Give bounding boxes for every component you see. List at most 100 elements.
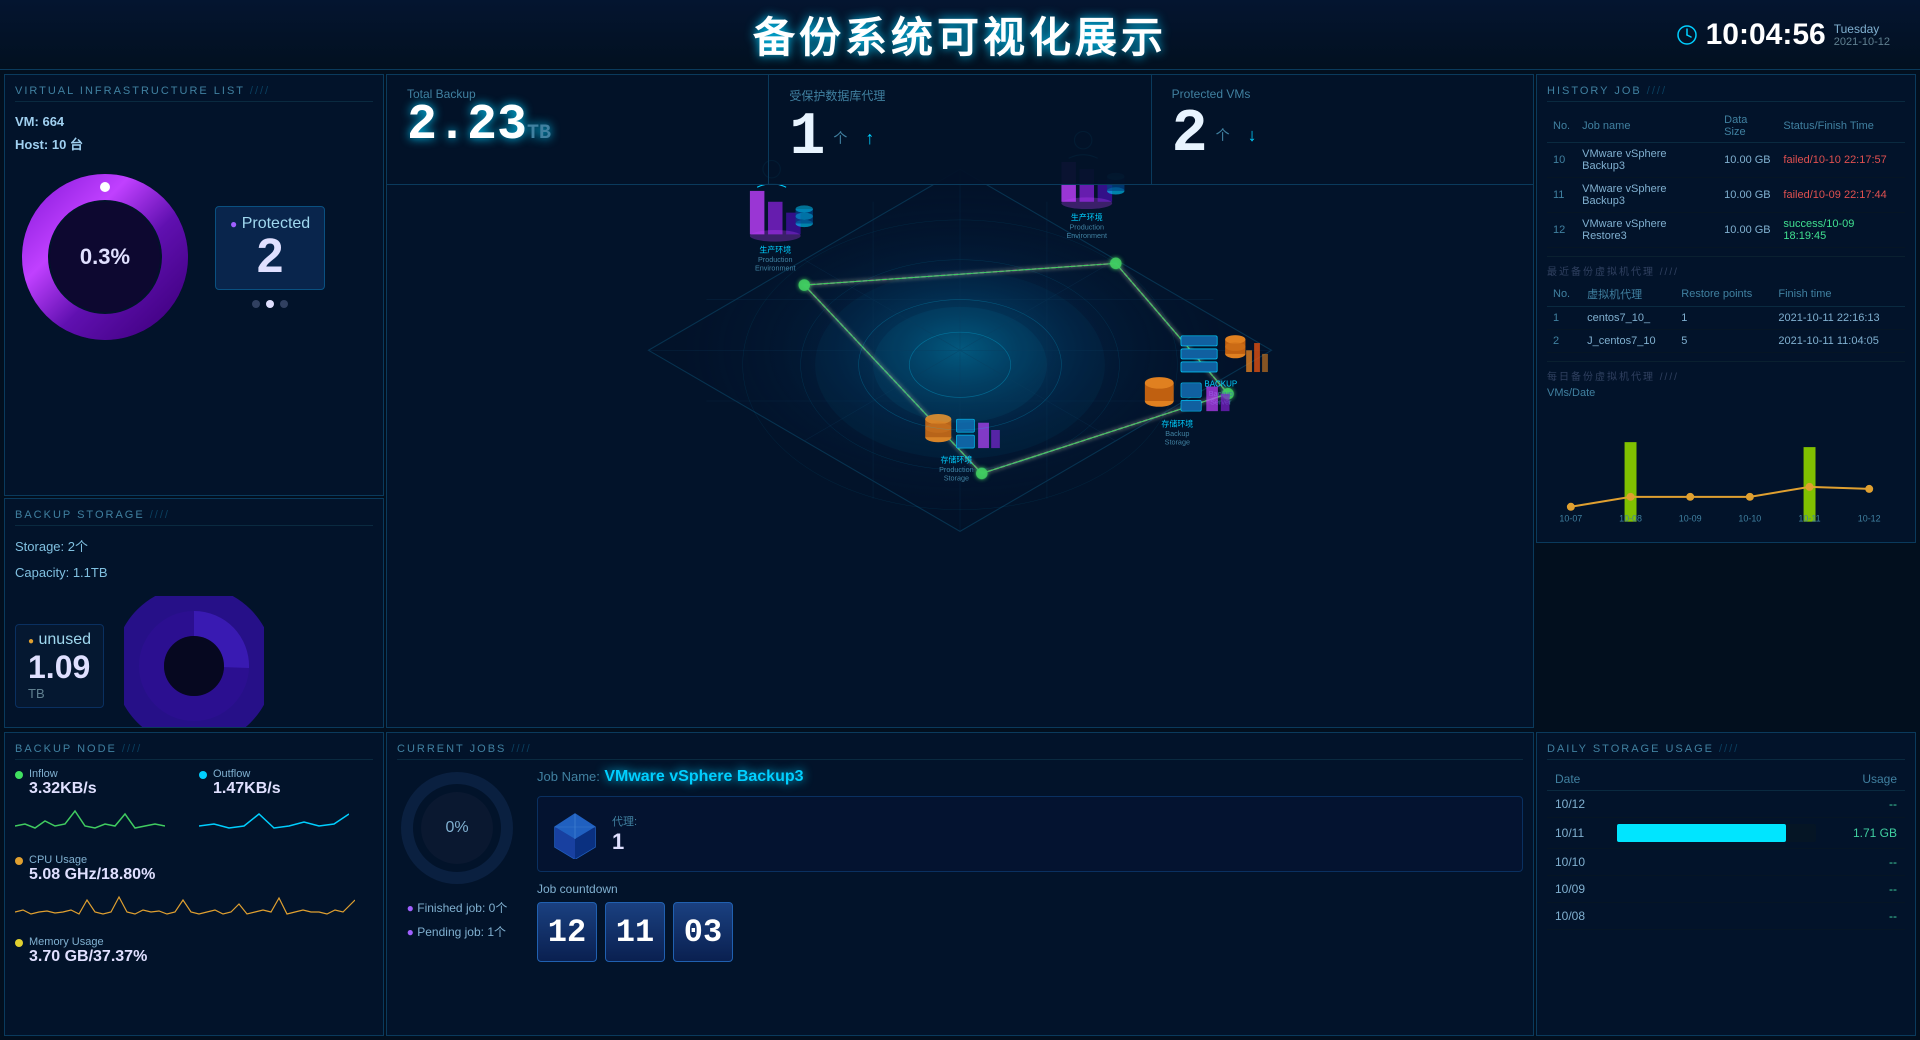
inflow-dot [15,771,23,779]
cell-usage: 1.71 GB [1824,818,1905,849]
cell-time: 2021-10-11 11:04:05 [1772,330,1905,353]
unused-dot: ● [28,636,34,647]
cell-no: 11 [1547,178,1576,213]
proxy-col-points: Restore points [1675,282,1772,307]
list-item: 10/11 1.71 GB [1547,818,1905,849]
storage-chart-area: ● unused 1.09 TB [15,596,373,728]
history-job-table: No. Job name Data Size Status/Finish Tim… [1547,110,1905,248]
outflow-row: Outflow 1.47KB/s [199,768,373,798]
cell-usage: -- [1824,791,1905,818]
cpu-row: CPU Usage 5.08 GHz/18.80% [15,854,373,884]
cell-usage: -- [1824,849,1905,876]
table-row: 12 VMware vSphere Restore3 10.00 GB succ… [1547,213,1905,248]
countdown-minutes: 11 [605,902,665,962]
backup-node-title: BACKUP NODE [15,743,373,760]
job-stats: ● Finished job: 0个 ● Pending job: 1个 [407,896,508,944]
cell-points: 5 [1675,330,1772,353]
dot-indicators [215,300,325,308]
day-display: Tuesday [1834,22,1890,36]
storage-col-usage: Usage [1824,768,1905,791]
finished-value: 0个 [489,901,508,915]
unused-unit: TB [28,686,91,701]
finished-dot: ● [407,901,414,915]
clock-icon [1676,24,1698,46]
cell-bar [1609,876,1824,903]
cell-bar [1609,791,1824,818]
table-row: 10 VMware vSphere Backup3 10.00 GB faile… [1547,143,1905,178]
outflow-value: 1.47KB/s [213,780,281,798]
svg-text:Production: Production [1069,222,1104,231]
recent-vm-proxy-table: No. 虚拟机代理 Restore points Finish time 1 c… [1547,282,1905,353]
right-column: HISTORY JOB No. Job name Data Size Statu… [1536,74,1916,728]
db-proxy-label: 受保护数据库代理 [789,87,1130,104]
top-row: VIRTUAL INFRASTRUCTURE LIST VM: 664 Host… [0,70,1920,730]
date-display: 2021-10-12 [1834,36,1890,48]
pending-label: Pending job: [417,925,484,939]
list-item: 10/09 -- [1547,876,1905,903]
unused-label: unused [39,631,92,648]
capacity-label: Capacity: [15,565,69,580]
cell-size: 10.00 GB [1718,213,1777,248]
cell-date: 10/10 [1547,849,1609,876]
cell-usage: -- [1824,903,1905,930]
job-info: Job Name: VMware vSphere Backup3 [537,768,1523,962]
donut-chart: 0.3% [15,167,195,347]
svg-text:Environment: Environment [755,264,796,273]
unused-value: 1.09 [28,649,91,686]
daily-vm-ylabel: VMs/Date [1547,387,1905,399]
storage-unused-badge: ● unused 1.09 TB [15,624,104,708]
total-backup-value: 2.23TB [407,101,551,151]
history-job-panel: HISTORY JOB No. Job name Data Size Statu… [1536,74,1916,543]
svg-text:10-10: 10-10 [1738,514,1761,524]
col-no: No. [1547,110,1576,143]
cell-status: failed/10-09 22:17:44 [1777,178,1905,213]
outflow-label: Outflow [213,768,281,780]
countdown-area: Job countdown 12 11 03 [537,882,1523,962]
inflow-outflow-pair: Inflow 3.32KB/s Outflow 1.47KB/s [15,768,373,846]
header: 备份系统可视化展示 10:04:56 Tuesday 2021-10-12 [0,0,1920,70]
memory-label: Memory Usage [29,936,147,948]
cell-points: 1 [1675,307,1772,330]
cell-status: success/10-09 18:19:45 [1777,213,1905,248]
total-backup-stat: Total Backup 2.23TB [387,75,769,185]
cell-date: 10/08 [1547,903,1609,930]
svg-text:10-09: 10-09 [1679,514,1702,524]
cell-date: 10/09 [1547,876,1609,903]
host-count: 10 [52,137,66,152]
main-layout: VIRTUAL INFRASTRUCTURE LIST VM: 664 Host… [0,70,1920,1040]
job-name-display: Job Name: VMware vSphere Backup3 [537,768,1523,786]
vm-count: 664 [42,114,64,129]
backup-storage-panel: BACKUP STORAGE Storage: 2个 Capacity: 1.1… [4,498,384,728]
svg-text:Environment: Environment [1066,231,1107,240]
memory-value: 3.70 GB/37.37% [29,948,147,966]
col-status: Status/Finish Time [1777,110,1905,143]
finished-job: ● Finished job: 0个 [407,896,508,920]
pending-job: ● Pending job: 1个 [407,920,508,944]
dot-3 [280,300,288,308]
outflow-dot [199,771,207,779]
cpu-value: 5.08 GHz/18.80% [29,866,373,884]
svg-text:10-12: 10-12 [1858,514,1881,524]
svg-text:10-11: 10-11 [1798,514,1820,524]
cell-bar [1609,903,1824,930]
job-ring: 0% [397,768,517,888]
memory-dot [15,939,23,947]
time-display: 10:04:56 [1706,18,1826,52]
virt-chart-area: 0.3% ● Protected 2 [15,167,373,347]
storage-bar [1617,824,1786,842]
vm-info: VM: 664 Host: 10 台 [15,110,373,157]
cell-jobname: VMware vSphere Restore3 [1576,213,1718,248]
protected-badge: ● Protected 2 [215,206,325,290]
host-unit: 台 [70,137,83,152]
job-ring-area: 0% ● Finished job: 0个 ● Pending job: 1个 [397,768,517,944]
protected-vms-stat: Protected VMs 2 个 ↓ [1152,75,1533,185]
daily-storage-table: Date Usage 10/12 -- 10/11 1.71 GB 10/10 … [1547,768,1905,930]
storage-bar-bg [1617,824,1816,842]
cell-jobname: VMware vSphere Backup3 [1576,143,1718,178]
cell-bar [1609,849,1824,876]
cpu-label: CPU Usage [29,854,373,866]
top-stats-bar: Total Backup 2.23TB 受保护数据库代理 1 个 ↑ [387,75,1533,185]
inflow-sparkline [15,806,165,841]
cell-no: 2 [1547,330,1581,353]
host-label: Host: [15,137,48,152]
